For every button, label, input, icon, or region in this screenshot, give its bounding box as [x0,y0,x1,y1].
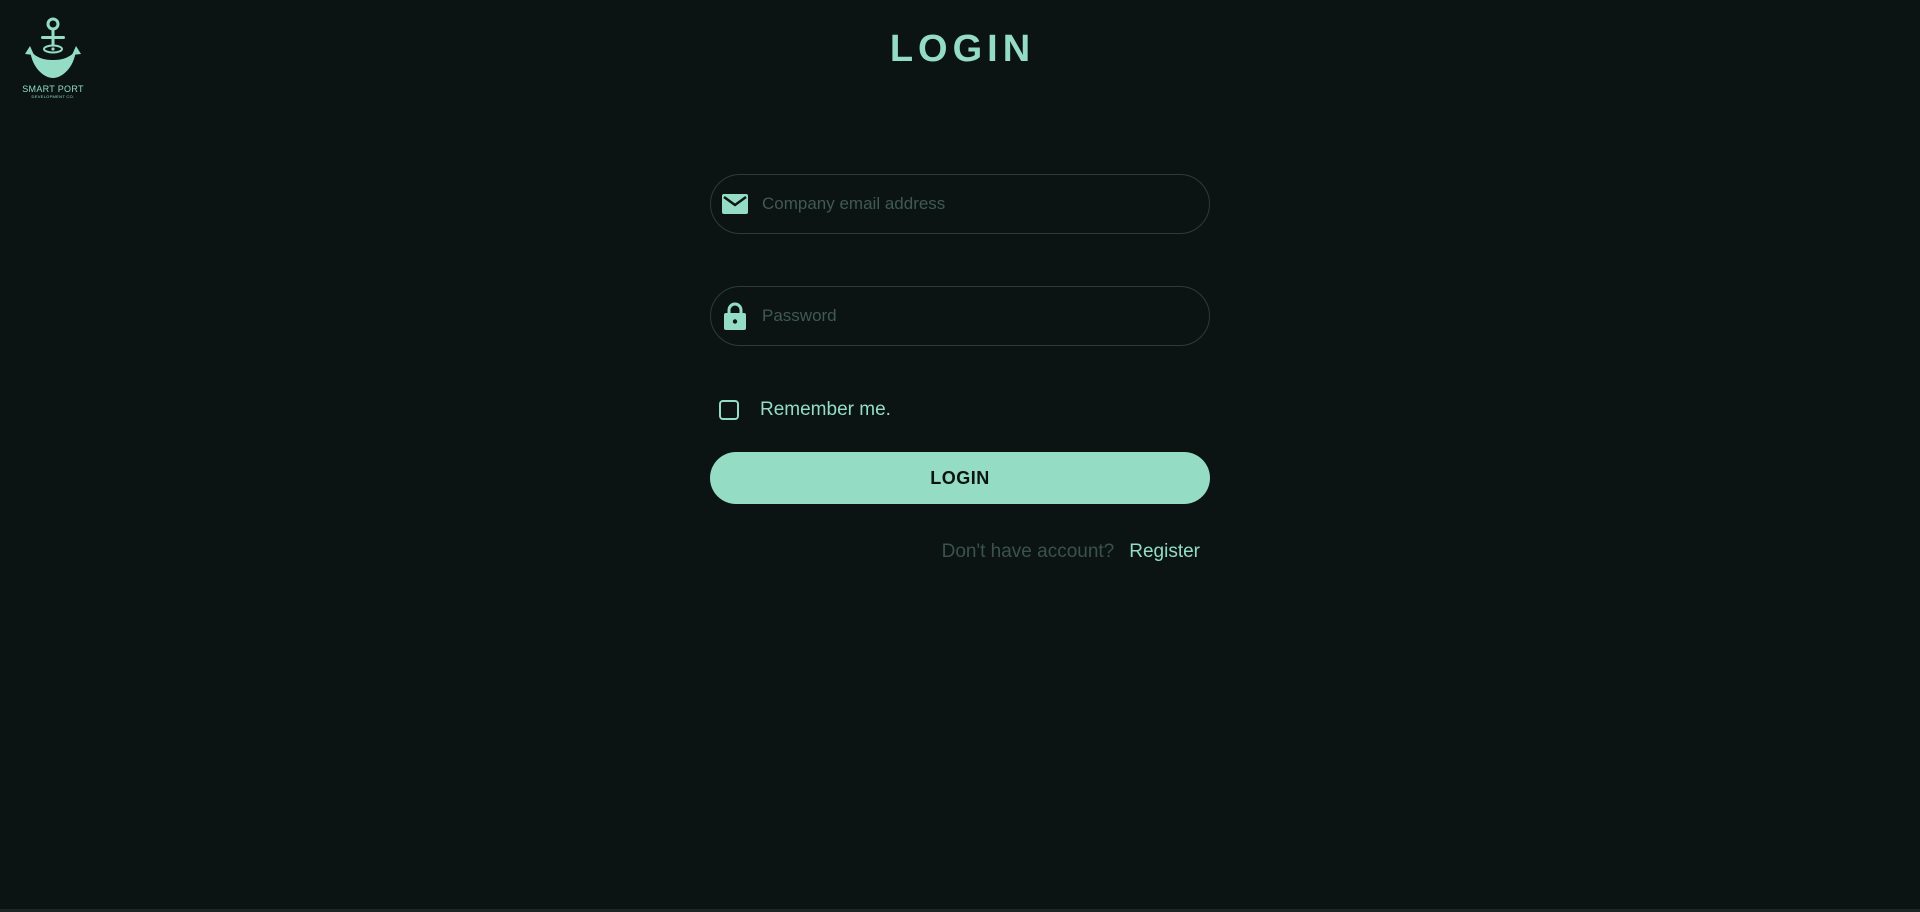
register-row: Don't have account? Register [710,541,1210,563]
remember-me-checkbox[interactable] [719,400,739,420]
envelope-icon [721,190,749,218]
login-button[interactable]: LOGIN [710,452,1210,504]
login-page: SMART PORT DEVELOPMENT CO. LOGIN Company… [0,0,1920,912]
remember-me-row: Remember me. [710,398,1210,422]
login-form: Remember me. LOGIN Don't have account? R… [710,174,1210,563]
password-input[interactable] [760,286,1185,346]
page-title: LOGIN [889,28,1036,70]
logo-name: SMART PORT [22,84,84,94]
remember-me-label[interactable]: Remember me. [760,399,891,421]
email-input[interactable] [760,174,1185,234]
password-field[interactable] [710,286,1210,346]
register-prompt: Don't have account? [941,541,1115,562]
logo-subtitle: DEVELOPMENT CO. [31,94,75,99]
email-field[interactable] [710,174,1210,234]
lock-icon [721,302,749,330]
register-link[interactable]: Register [1129,541,1200,563]
